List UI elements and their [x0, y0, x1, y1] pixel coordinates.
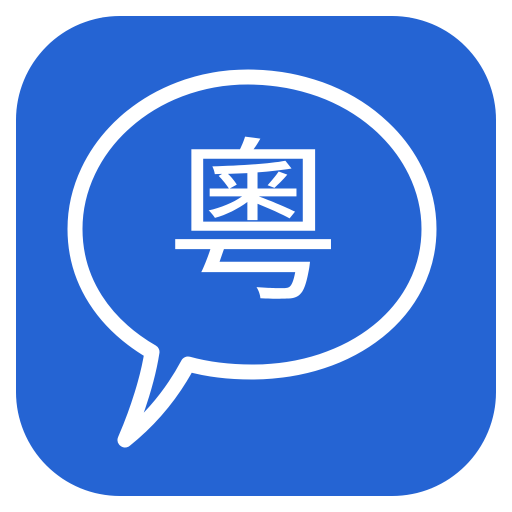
cantonese-character-glyph: 粵: [164, 122, 341, 327]
app-icon-canvas: 粵: [0, 0, 512, 512]
